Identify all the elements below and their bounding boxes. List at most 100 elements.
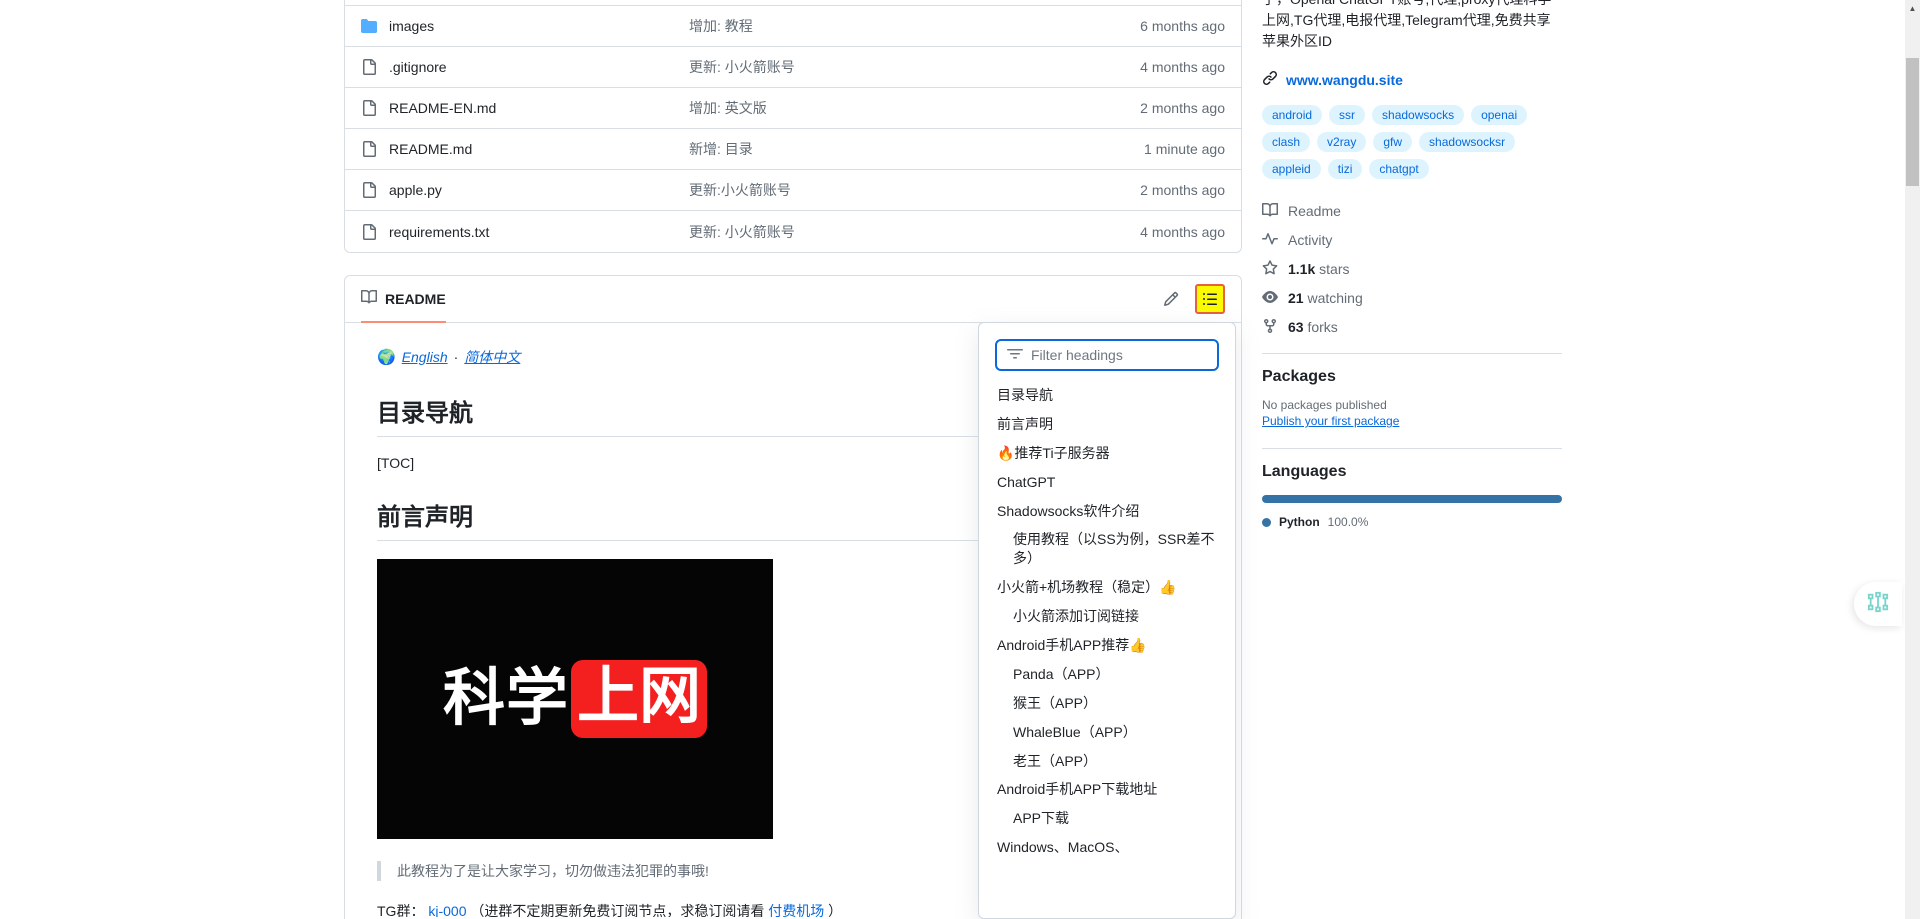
topic-tag[interactable]: ssr bbox=[1329, 105, 1366, 125]
commit-message[interactable]: 新增: 目录 bbox=[689, 139, 1144, 159]
filter-headings-box[interactable] bbox=[995, 339, 1219, 371]
topic-tag[interactable]: shadowsocks bbox=[1372, 105, 1465, 125]
table-row[interactable]: apple.py 更新:小火箭账号 2 months ago bbox=[345, 170, 1241, 211]
tg-group-rest: （进群不定期更新免费订阅节点，求稳订阅请看 bbox=[470, 903, 765, 917]
language-legend-item[interactable]: Python 100.0% bbox=[1262, 515, 1562, 529]
language-legend: Python 100.0% bbox=[1262, 515, 1562, 529]
commit-message[interactable]: 增加: 教程 bbox=[689, 16, 1140, 36]
language-segment[interactable] bbox=[1262, 495, 1562, 503]
filter-wrapper bbox=[987, 331, 1227, 375]
readme-tab-label: README bbox=[385, 290, 446, 307]
language-name: Python bbox=[1279, 515, 1320, 529]
link-english[interactable]: English bbox=[402, 349, 448, 365]
link-chinese[interactable]: 简体中文 bbox=[464, 347, 520, 367]
outline-item[interactable]: Shadowsocks软件介绍 bbox=[987, 497, 1227, 526]
scrollbar-thumb[interactable] bbox=[1906, 58, 1919, 186]
readme-tab[interactable]: README bbox=[361, 276, 446, 323]
outline-item[interactable]: 使用教程（以SS为例，SSR差不多） bbox=[987, 525, 1227, 573]
sidebar-divider-2 bbox=[1262, 448, 1562, 449]
repo-sidebar: 高可用，完全免费。免费clash订阅地址，免费翻墙，免费科学上网，免费梯子，免费… bbox=[1262, 0, 1562, 529]
fork-icon bbox=[1262, 318, 1278, 337]
packages-empty-text: No packages published bbox=[1262, 398, 1387, 412]
book-icon bbox=[361, 289, 378, 308]
language-bar bbox=[1262, 495, 1562, 503]
pulse-icon bbox=[1262, 231, 1278, 250]
scrollbar-up-arrow[interactable]: ▲ bbox=[1905, 0, 1920, 16]
stat-value: 21 bbox=[1288, 290, 1304, 306]
readme-banner-image: 科学 上网 bbox=[377, 559, 773, 839]
commit-time: 4 months ago bbox=[1140, 59, 1225, 75]
outline-toggle-button[interactable] bbox=[1195, 284, 1225, 314]
table-row[interactable]: requirements.txt 更新: 小火箭账号 4 months ago bbox=[345, 211, 1241, 252]
outline-item[interactable]: 小火箭添加订阅链接 bbox=[987, 602, 1227, 631]
link-icon bbox=[1262, 70, 1278, 89]
outline-item[interactable]: ChatGPT bbox=[987, 468, 1227, 497]
page-scrollbar[interactable]: ▲ bbox=[1905, 0, 1920, 919]
floating-widget[interactable] bbox=[1854, 582, 1902, 626]
folder-icon bbox=[361, 18, 389, 34]
file-icon bbox=[361, 223, 389, 240]
file-name[interactable]: README-EN.md bbox=[389, 100, 689, 116]
commit-message[interactable]: 更新: 小火箭账号 bbox=[689, 57, 1140, 77]
commit-message[interactable]: 更新:小火箭账号 bbox=[689, 180, 1140, 200]
languages-heading: Languages bbox=[1262, 463, 1347, 480]
table-row[interactable]: README-EN.md 增加: 英文版 2 months ago bbox=[345, 88, 1241, 129]
commit-time: 2 months ago bbox=[1140, 182, 1225, 198]
file-name[interactable]: .gitignore bbox=[389, 59, 689, 75]
topic-tag[interactable]: openai bbox=[1471, 105, 1528, 125]
commit-message[interactable]: 更新: 小火箭账号 bbox=[689, 222, 1140, 242]
stat-label: Readme bbox=[1288, 203, 1341, 219]
stat-stars[interactable]: 1.1k stars bbox=[1262, 257, 1562, 281]
homepage-link[interactable]: www.wangdu.site bbox=[1262, 70, 1562, 89]
file-icon bbox=[361, 182, 389, 198]
stat-activity[interactable]: Activity bbox=[1262, 228, 1562, 252]
outline-item[interactable]: Panda（APP） bbox=[987, 660, 1227, 689]
file-icon bbox=[361, 141, 389, 157]
topic-tag[interactable]: gfw bbox=[1373, 132, 1413, 152]
pencil-icon[interactable] bbox=[1157, 285, 1185, 313]
outline-item[interactable]: WhaleBlue（APP） bbox=[987, 718, 1227, 747]
stat-readme[interactable]: Readme bbox=[1262, 199, 1562, 223]
topic-tag[interactable]: chatgpt bbox=[1369, 159, 1429, 179]
outline-item[interactable]: Windows、MacOS、 bbox=[987, 833, 1227, 862]
outline-item[interactable]: 老王（APP） bbox=[987, 747, 1227, 776]
publish-package-link[interactable]: Publish your first package bbox=[1262, 414, 1562, 428]
outline-item[interactable]: 前言声明 bbox=[987, 410, 1227, 439]
topic-tag[interactable]: tizi bbox=[1327, 159, 1363, 179]
repo-stats-list: Readme Activity 1.1k stars 21 watching 6… bbox=[1262, 199, 1562, 339]
topic-tag[interactable]: clash bbox=[1262, 132, 1311, 152]
outline-item[interactable]: Android手机APP下载地址 bbox=[987, 775, 1227, 804]
globe-icon: 🌍 bbox=[377, 349, 396, 366]
outline-heading-list: 目录导航 前言声明 🔥推荐Ti子服务器 ChatGPT Shadowsocks软… bbox=[987, 381, 1227, 862]
outline-item[interactable]: 小火箭+机场教程（稳定）👍 bbox=[987, 573, 1227, 602]
outline-item[interactable]: 🔥推荐Ti子服务器 bbox=[987, 439, 1227, 468]
filter-icon bbox=[1007, 346, 1023, 365]
outline-item[interactable]: APP下载 bbox=[987, 804, 1227, 833]
file-name[interactable]: apple.py bbox=[389, 182, 689, 198]
eye-icon bbox=[1262, 289, 1278, 308]
topic-tag[interactable]: appleid bbox=[1262, 159, 1321, 179]
stat-value: 63 bbox=[1288, 319, 1304, 335]
outline-item[interactable]: 猴王（APP） bbox=[987, 689, 1227, 718]
topic-tag[interactable]: android bbox=[1262, 105, 1323, 125]
stat-forks[interactable]: 63 forks bbox=[1262, 315, 1562, 339]
file-name[interactable]: images bbox=[389, 18, 689, 34]
table-row[interactable]: images 增加: 教程 6 months ago bbox=[345, 6, 1241, 47]
topic-tag[interactable]: v2ray bbox=[1317, 132, 1367, 152]
stat-watching[interactable]: 21 watching bbox=[1262, 286, 1562, 310]
tg-group-end: ） bbox=[828, 903, 843, 917]
filter-headings-input[interactable] bbox=[1031, 347, 1207, 363]
commit-time: 6 months ago bbox=[1140, 18, 1225, 34]
outline-item[interactable]: Android手机APP推荐👍 bbox=[987, 631, 1227, 660]
tg-group-link[interactable]: kj-000 bbox=[428, 903, 466, 917]
paid-airport-link[interactable]: 付费机场 bbox=[768, 903, 824, 917]
book-icon bbox=[1262, 202, 1279, 221]
table-row[interactable]: .gitignore 更新: 小火箭账号 4 months ago bbox=[345, 47, 1241, 88]
table-row[interactable]: README.md 新增: 目录 1 minute ago bbox=[345, 129, 1241, 170]
topic-tag[interactable]: shadowsocksr bbox=[1419, 132, 1516, 152]
file-name[interactable]: requirements.txt bbox=[389, 224, 689, 240]
stat-label: stars bbox=[1319, 261, 1350, 277]
outline-item[interactable]: 目录导航 bbox=[987, 381, 1227, 410]
commit-message[interactable]: 增加: 英文版 bbox=[689, 98, 1140, 118]
file-name[interactable]: README.md bbox=[389, 141, 689, 157]
